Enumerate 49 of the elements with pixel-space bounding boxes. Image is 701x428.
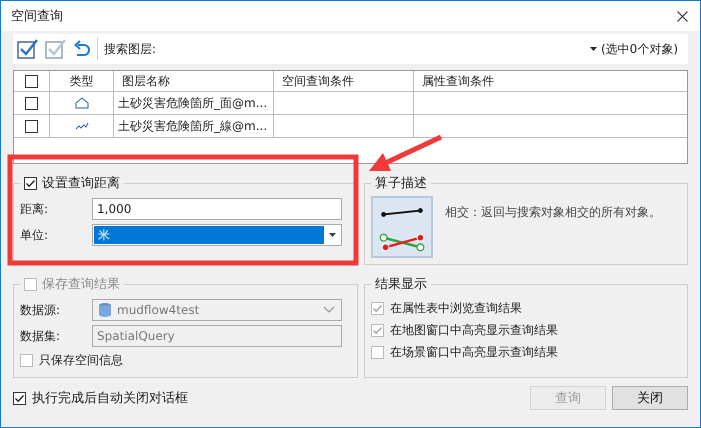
caret-icon <box>328 233 336 237</box>
column-header: 图层名称 <box>122 72 170 90</box>
unit-dropdown[interactable]: 米 <box>92 224 342 246</box>
caret-icon <box>590 47 597 51</box>
database-icon <box>97 302 113 318</box>
checkbox-label: 执行完成后自动关闭对话框 <box>32 390 189 407</box>
dataset-field[interactable]: SpatialQuery <box>92 325 342 347</box>
group-title: 保存查询结果 <box>42 276 120 293</box>
checkbox-label: 在场景窗口中高亮显示查询结果 <box>390 344 558 360</box>
checkbox[interactable] <box>371 324 384 336</box>
check-icon[interactable] <box>45 38 67 60</box>
checkbox[interactable] <box>24 278 37 290</box>
field-label: 单位: <box>20 226 50 244</box>
chevron-icon <box>323 306 335 314</box>
group-title: 结果显示 <box>375 276 427 293</box>
operator-description: 相交：返回与搜索对象相交的所有对象。 <box>445 204 661 221</box>
layer-name-cell: 土砂災害危険箇所_線@m... <box>118 118 268 134</box>
checkbox[interactable] <box>25 120 38 132</box>
checkbox[interactable] <box>24 176 37 190</box>
selection-count: (选中0个对象) <box>601 40 678 58</box>
polygon-icon <box>74 97 88 109</box>
checkbox-label: 在地图窗口中高亮显示查询结果 <box>390 322 558 338</box>
intersect-operator-icon <box>371 196 433 258</box>
checkbox[interactable] <box>20 354 33 366</box>
checkbox[interactable] <box>371 302 384 314</box>
column-header: 属性查询条件 <box>422 72 494 90</box>
close-icon[interactable] <box>677 10 688 22</box>
window-title: 空间查询 <box>11 8 63 25</box>
group-title: 算子描述 <box>375 175 427 192</box>
field-label: 数据源: <box>20 302 62 318</box>
checkbox[interactable] <box>25 74 38 88</box>
field-label: 距离: <box>20 200 50 218</box>
checkbox[interactable] <box>25 96 38 110</box>
group-title: 设置查询距离 <box>42 175 120 192</box>
column-header: 空间查询条件 <box>282 72 354 90</box>
datasource-dropdown[interactable]: mudflow4test <box>92 299 342 321</box>
distance-field[interactable]: 1,000 <box>92 198 342 220</box>
checkbox-label: 在属性表中浏览查询结果 <box>390 300 522 316</box>
checkbox[interactable] <box>13 392 26 404</box>
line-icon <box>74 122 88 130</box>
column-header: 类型 <box>70 72 94 90</box>
check-all-icon[interactable] <box>17 38 39 60</box>
field-label: 数据集: <box>20 328 62 344</box>
undo-icon[interactable] <box>73 39 91 59</box>
search-layer-label: 搜索图层: <box>104 40 156 58</box>
checkbox-label: 只保存空间信息 <box>39 352 123 368</box>
checkbox[interactable] <box>371 346 384 358</box>
dialog-button[interactable]: 关闭 <box>612 386 688 410</box>
layer-name-cell: 土砂災害危険箇所_面@m... <box>118 94 268 112</box>
